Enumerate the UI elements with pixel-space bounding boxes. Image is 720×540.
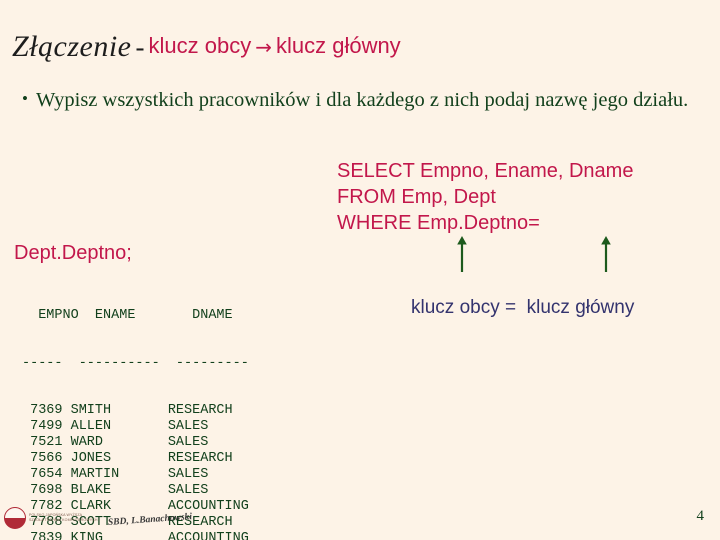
slide-title: Złączenie - klucz obcy → klucz główny [12,30,712,64]
bullet-paragraph: • Wypisz wszystkich pracowników i dla każ… [14,84,714,115]
query-result-output: EMPNO ENAME DNAME ----- ---------- -----… [22,276,249,540]
sql-query-tail: Dept.Deptno; [14,242,132,264]
title-primary-key-label: klucz główny [275,33,401,58]
sql-query-block: SELECT Empno, Ename, Dname FROM Emp, Dep… [337,160,634,234]
bullet-text: Wypisz wszystkich pracowników i dla każd… [36,89,689,111]
arrow-up-foreign-key-icon [455,236,469,272]
key-equality-annotation: klucz obcy = klucz główny [411,297,635,318]
page-number: 4 [696,508,705,524]
institution-logo: POLSKO-JAPOŃSKA WYŻSZA SZKOŁA TECHNIK KO… [4,507,98,529]
logo-institution-text: POLSKO-JAPOŃSKA WYŻSZA SZKOŁA TECHNIK KO… [29,513,98,522]
bullet-dot-icon: • [22,89,28,108]
result-header-row: EMPNO ENAME DNAME [22,307,233,323]
title-foreign-key-label: klucz obcy [148,33,252,58]
slide-canvas: Złączenie - klucz obcy → klucz główny • Wypis… [0,0,720,540]
title-dash: - [135,32,145,62]
arrow-up-primary-key-icon [599,236,613,272]
logo-circle-icon [4,507,26,529]
right-arrow-icon: → [255,35,272,59]
result-separator-row: ----- ---------- --------- [22,355,249,371]
title-main-text: Złączenie [12,30,132,63]
